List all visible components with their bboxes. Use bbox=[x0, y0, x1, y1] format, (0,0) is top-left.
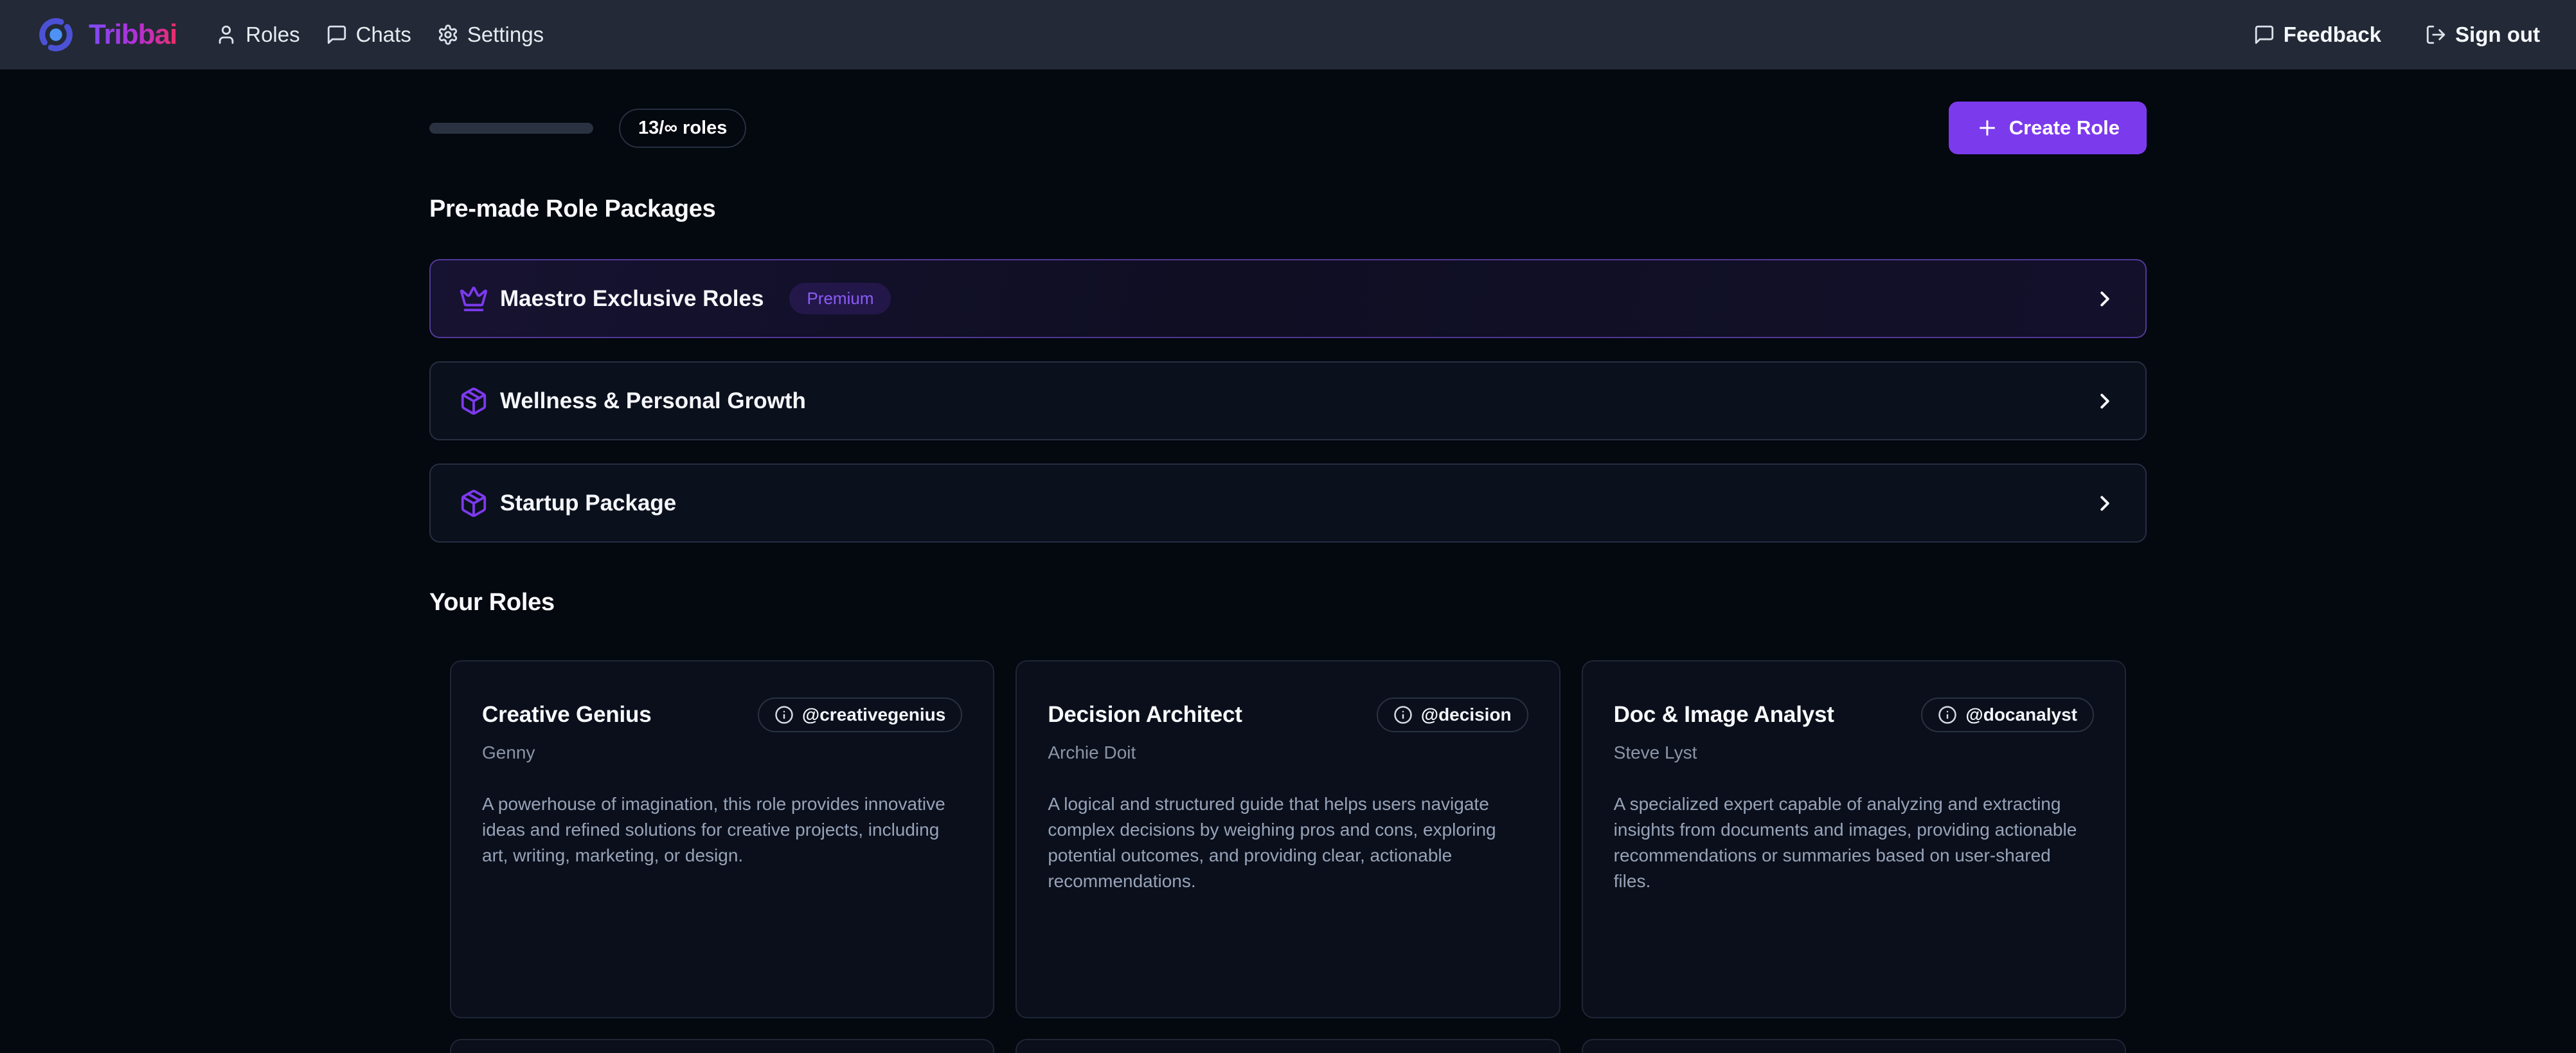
card-header: Doc & Image Analyst @docanalyst bbox=[1614, 698, 2094, 732]
roles-toolbar: 13/∞ roles Create Role bbox=[429, 102, 2147, 154]
nav-label: Sign out bbox=[2455, 22, 2540, 47]
nav-item-chats[interactable]: Chats bbox=[326, 22, 411, 47]
nav-item-settings[interactable]: Settings bbox=[437, 22, 544, 47]
card-header: Creative Genius @creativegenius bbox=[482, 698, 962, 732]
main-content: 13/∞ roles Create Role Pre-made Role Pac… bbox=[429, 102, 2147, 1053]
role-cards-grid-next-row bbox=[429, 1039, 2147, 1053]
brand-name: Tribbai bbox=[89, 19, 177, 51]
user-icon bbox=[215, 24, 237, 46]
info-icon bbox=[1393, 705, 1413, 724]
package-row-maestro[interactable]: Maestro Exclusive Roles Premium bbox=[429, 259, 2147, 338]
chevron-right-icon bbox=[2093, 389, 2117, 413]
package-title: Wellness & Personal Growth bbox=[500, 388, 806, 414]
create-role-button[interactable]: Create Role bbox=[1949, 102, 2147, 154]
chevron-right-icon bbox=[2093, 287, 2117, 311]
create-role-label: Create Role bbox=[2009, 116, 2120, 140]
role-handle: @creativegenius bbox=[802, 705, 945, 725]
info-icon bbox=[774, 705, 794, 724]
main-nav: Roles Chats Settings bbox=[215, 22, 544, 47]
role-card-creative-genius[interactable]: Creative Genius @creativegenius Genny A … bbox=[450, 660, 994, 1018]
gear-icon bbox=[437, 24, 459, 46]
nav-label: Roles bbox=[246, 22, 300, 47]
package-icon bbox=[459, 386, 488, 416]
nav-right: Feedback Sign out bbox=[2253, 22, 2540, 47]
your-roles-heading: Your Roles bbox=[429, 589, 2147, 616]
nav-item-roles[interactable]: Roles bbox=[215, 22, 300, 47]
role-subtitle: Genny bbox=[482, 742, 962, 763]
sign-out-icon bbox=[2425, 24, 2447, 46]
brand-logo[interactable]: Tribbai bbox=[36, 15, 177, 55]
package-title: Startup Package bbox=[500, 491, 676, 516]
tribbai-logo-icon bbox=[36, 15, 76, 55]
role-cards-grid: Creative Genius @creativegenius Genny A … bbox=[429, 660, 2147, 1018]
info-icon bbox=[1938, 705, 1957, 724]
role-title: Doc & Image Analyst bbox=[1614, 702, 1834, 728]
crown-icon bbox=[459, 284, 488, 314]
top-navbar: Tribbai Roles Chats bbox=[0, 0, 2576, 69]
package-row-startup[interactable]: Startup Package bbox=[429, 464, 2147, 543]
package-row-wellness[interactable]: Wellness & Personal Growth bbox=[429, 361, 2147, 440]
chat-icon bbox=[326, 24, 348, 46]
roles-progress-bar bbox=[429, 123, 593, 134]
role-description: A specialized expert capable of analyzin… bbox=[1614, 791, 2086, 894]
sign-out-button[interactable]: Sign out bbox=[2425, 22, 2540, 47]
role-handle-badge[interactable]: @decision bbox=[1377, 698, 1528, 732]
roles-count-badge: 13/∞ roles bbox=[619, 109, 746, 148]
package-icon bbox=[459, 489, 488, 518]
role-card-partial[interactable] bbox=[450, 1039, 994, 1053]
role-card-partial[interactable] bbox=[1582, 1039, 2126, 1053]
nav-label: Chats bbox=[356, 22, 411, 47]
feedback-button[interactable]: Feedback bbox=[2253, 22, 2381, 47]
role-subtitle: Archie Doit bbox=[1048, 742, 1528, 763]
role-card-decision-architect[interactable]: Decision Architect @decision Archie Doit… bbox=[1015, 660, 1560, 1018]
role-handle-badge[interactable]: @docanalyst bbox=[1921, 698, 2094, 732]
role-description: A powerhouse of imagination, this role p… bbox=[482, 791, 954, 869]
packages-heading: Pre-made Role Packages bbox=[429, 195, 2147, 223]
nav-label: Settings bbox=[467, 22, 544, 47]
card-header: Decision Architect @decision bbox=[1048, 698, 1528, 732]
package-list: Maestro Exclusive Roles Premium Wellness… bbox=[429, 259, 2147, 543]
role-description: A logical and structured guide that help… bbox=[1048, 791, 1520, 894]
role-handle-badge[interactable]: @creativegenius bbox=[758, 698, 962, 732]
chevron-right-icon bbox=[2093, 491, 2117, 516]
role-card-partial[interactable] bbox=[1015, 1039, 1560, 1053]
premium-badge: Premium bbox=[789, 283, 891, 314]
role-handle: @decision bbox=[1421, 705, 1512, 725]
role-subtitle: Steve Lyst bbox=[1614, 742, 2094, 763]
role-card-doc-image-analyst[interactable]: Doc & Image Analyst @docanalyst Steve Ly… bbox=[1582, 660, 2126, 1018]
chat-icon bbox=[2253, 24, 2275, 46]
role-title: Decision Architect bbox=[1048, 702, 1242, 728]
role-handle: @docanalyst bbox=[1965, 705, 2077, 725]
nav-label: Feedback bbox=[2284, 22, 2381, 47]
plus-icon bbox=[1976, 116, 1999, 140]
role-title: Creative Genius bbox=[482, 702, 652, 728]
package-title: Maestro Exclusive Roles bbox=[500, 286, 764, 312]
